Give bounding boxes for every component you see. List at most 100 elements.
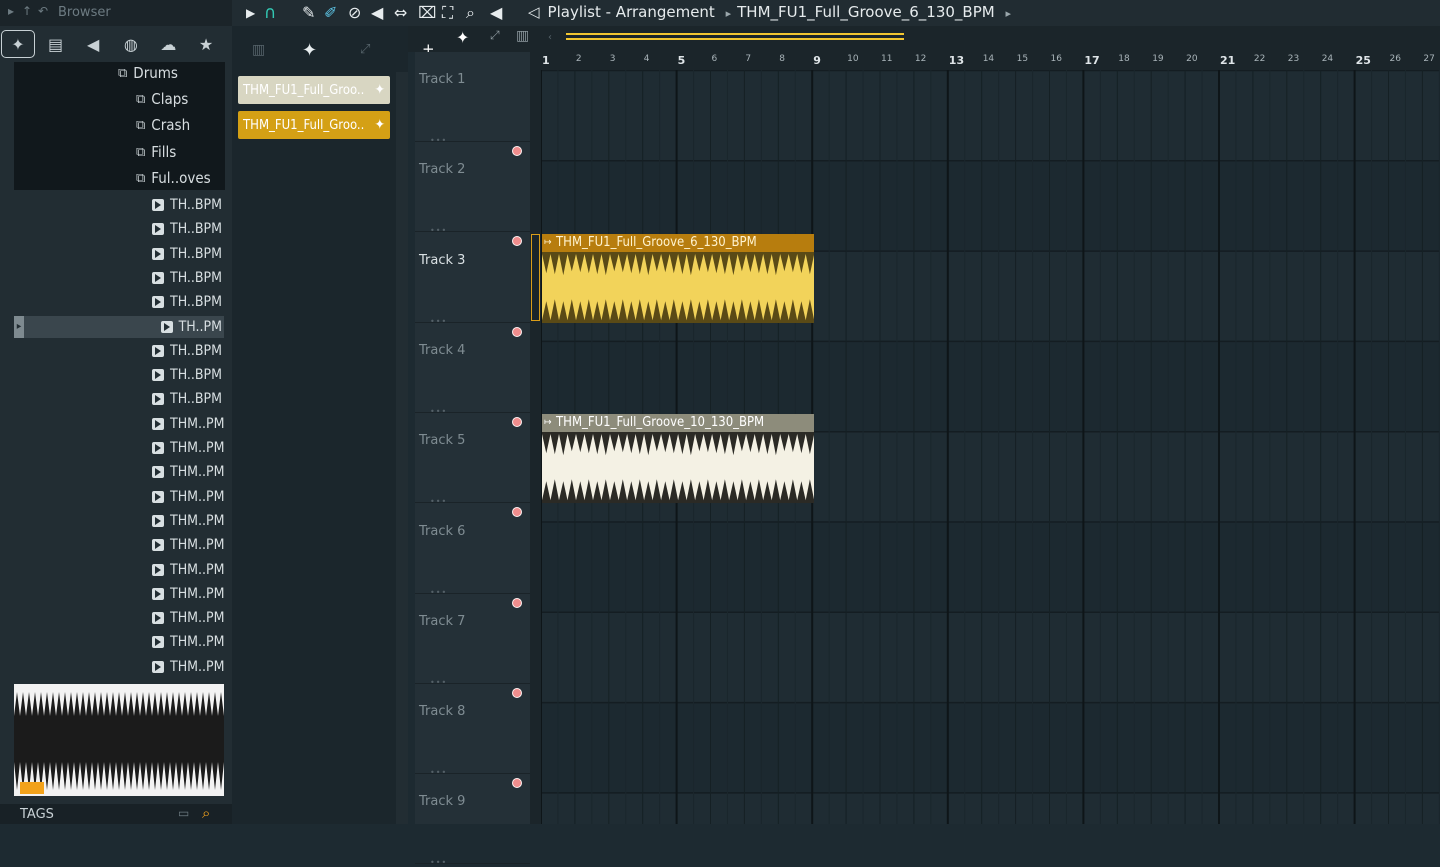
globe-icon[interactable]: ◍ xyxy=(114,30,148,58)
mute-icon[interactable]: ◀ xyxy=(371,3,383,22)
track-handle-icon[interactable]: ••• xyxy=(430,858,447,867)
brush-icon[interactable]: ✐ xyxy=(324,3,337,22)
track-header[interactable]: Track 5 ••• xyxy=(415,413,530,518)
bar-number: 13 xyxy=(948,54,965,67)
clip-menu-icon[interactable]: ↦ xyxy=(544,234,552,252)
slip-icon[interactable]: ⇔ xyxy=(394,3,407,22)
file-item[interactable]: THM..PM xyxy=(152,583,225,605)
picker-clip[interactable]: THM_FU1_Full_Groo.. ✦ xyxy=(238,76,390,104)
file-item[interactable]: TH..BPM xyxy=(152,291,224,313)
folder-item[interactable]: ⧉ Ful..oves xyxy=(136,169,211,187)
up-arrow-icon[interactable]: ↑ xyxy=(22,4,32,18)
audio-clip-header[interactable]: ↦ THM_FU1_Full_Groove_6_130_BPM xyxy=(542,233,815,252)
track-header[interactable]: Track 4 ••• xyxy=(415,323,530,427)
clip-selection-handle[interactable] xyxy=(531,233,540,321)
folder-tree: ⧉ Drums ⧉ Claps ⧉ Crash ⧉ Fills ⧉ Ful..oves xyxy=(14,62,225,190)
file-item[interactable]: THM..PM xyxy=(152,631,225,653)
track-name: Track 4 xyxy=(419,342,466,358)
track-header[interactable]: Track 2 ••• xyxy=(415,142,530,247)
preview-play-marker[interactable] xyxy=(20,782,44,794)
file-item[interactable]: THM..PM xyxy=(152,534,225,556)
bar-number: 6 xyxy=(711,54,718,64)
picker-clip[interactable]: THM_FU1_Full_Groo.. ✦ xyxy=(238,111,390,139)
audio-clip[interactable]: ↦ THM_FU1_Full_Groove_6_130_BPM xyxy=(531,233,815,323)
play-preview-icon[interactable]: ▸ xyxy=(14,315,24,338)
file-item[interactable]: THM..PM xyxy=(152,413,225,435)
file-item[interactable]: THM..PM xyxy=(152,486,225,508)
waveform-preview[interactable] xyxy=(14,684,224,796)
track-header[interactable]: Track 7 ••• xyxy=(415,594,530,698)
current-pattern[interactable]: THM_FU1_Full_Groove_6_130_BPM xyxy=(737,3,995,21)
star-icon[interactable]: ★ xyxy=(189,30,223,58)
track-header[interactable]: Track 8 ••• xyxy=(415,684,530,789)
file-item[interactable]: ▸ TH..PM xyxy=(14,315,224,338)
overview-scrollbar[interactable] xyxy=(566,33,904,40)
file-item[interactable]: THM..PM xyxy=(152,461,225,483)
browser-header: ▸ ↑ ↶ Browser xyxy=(0,0,232,26)
document-icon[interactable]: ▤ xyxy=(39,30,73,58)
pencil-icon[interactable]: ✎ xyxy=(302,3,315,22)
audio-clip-icon[interactable]: ✦ xyxy=(302,40,317,61)
waveform-icon[interactable]: ✦ xyxy=(1,30,35,58)
track-header[interactable]: Track 3 ••• xyxy=(415,233,530,337)
folder-item[interactable]: ⧉ Claps xyxy=(136,90,188,108)
file-item[interactable]: THM..PM xyxy=(152,607,225,629)
audio-file-icon xyxy=(152,587,164,600)
file-label: THM..PM xyxy=(170,610,225,627)
preview-waveform xyxy=(14,684,224,796)
browser-tabs: ✦ ▤ ◀ ◍ ☁ ★ xyxy=(0,30,232,60)
play-icon[interactable]: ▶ xyxy=(246,6,255,20)
clip-menu-icon[interactable]: ↦ xyxy=(544,414,552,432)
automation-icon[interactable]: ⤢ xyxy=(360,42,370,57)
file-item[interactable]: TH..BPM xyxy=(152,340,224,362)
speaker-icon[interactable]: ◀ xyxy=(76,30,110,58)
file-item[interactable]: TH..BPM xyxy=(152,243,224,265)
track-header[interactable]: Track 6 ••• xyxy=(415,504,530,608)
folder-item[interactable]: ⧉ Drums xyxy=(118,64,178,82)
search-icon[interactable]: ⌕ xyxy=(202,804,210,822)
magnet-icon[interactable]: ∩ xyxy=(264,3,276,23)
expand-arrow-icon[interactable]: ▸ xyxy=(8,4,14,18)
audio-clip-waveform xyxy=(542,432,815,504)
speaker-icon: ◁ xyxy=(528,3,540,21)
file-item[interactable]: TH..BPM xyxy=(152,388,224,410)
file-item[interactable]: THM..PM xyxy=(152,656,225,678)
track-name: Track 1 xyxy=(419,72,466,87)
piano-icon[interactable]: ▥ xyxy=(252,42,265,58)
file-item[interactable]: TH..BPM xyxy=(152,218,224,240)
track-header[interactable]: Track 9 ••• xyxy=(415,774,530,867)
file-item[interactable]: TH..BPM xyxy=(152,194,224,216)
file-item[interactable]: THM..PM xyxy=(152,510,225,532)
preview-waveform-shape xyxy=(14,684,224,796)
pattern-filter-icon[interactable]: ▥ xyxy=(516,28,529,44)
file-item[interactable]: THM..PM xyxy=(152,559,225,581)
tags-label[interactable]: TAGS xyxy=(20,807,54,822)
audio-clip-waveform xyxy=(542,251,815,323)
folder-icon[interactable]: ▭ xyxy=(178,806,189,820)
audio-file-icon xyxy=(152,296,164,309)
track-header[interactable]: Track 1 ••• xyxy=(415,52,530,156)
folder-item[interactable]: ⧉ Crash xyxy=(136,116,190,134)
audio-filter-icon[interactable]: ✦ xyxy=(456,28,469,47)
slice-icon[interactable]: ⌧ xyxy=(418,3,436,22)
bar-ruler[interactable]: 1 2 3 4 5 6 7 8 9 10 11 12 13 14 15 16 17 18 19 20 21 22 23 24 2… xyxy=(541,52,1440,70)
automation-filter-icon[interactable]: ⤢ xyxy=(490,28,500,43)
folder-item[interactable]: ⧉ Fills xyxy=(136,143,176,161)
picker-scrollbar[interactable] xyxy=(396,72,408,824)
audio-clip[interactable]: ↦ THM_FU1_Full_Groove_10_130_BPM xyxy=(542,414,815,504)
file-item[interactable]: TH..BPM xyxy=(152,364,224,386)
select-icon[interactable]: ⛶ xyxy=(442,3,453,23)
file-item[interactable]: THM..PM xyxy=(152,437,225,459)
audio-clip-header[interactable]: ↦ THM_FU1_Full_Groove_10_130_BPM xyxy=(542,414,815,433)
zoom-icon[interactable]: ⌕ xyxy=(466,3,475,23)
delete-icon[interactable]: ⊘ xyxy=(348,3,361,22)
chevron-right-icon[interactable]: ▸ xyxy=(1005,7,1011,20)
scroll-left-icon[interactable]: ‹ xyxy=(548,32,552,43)
folder-icon: ⧉ xyxy=(136,170,146,186)
file-item[interactable]: TH..BPM xyxy=(152,267,224,289)
audio-file-icon xyxy=(152,417,164,430)
back-arrow-icon[interactable]: ↶ xyxy=(38,4,48,18)
playback-icon[interactable]: ◀ xyxy=(490,3,502,22)
cloud-icon[interactable]: ☁ xyxy=(151,30,185,58)
track-name: Track 3 xyxy=(419,252,466,268)
